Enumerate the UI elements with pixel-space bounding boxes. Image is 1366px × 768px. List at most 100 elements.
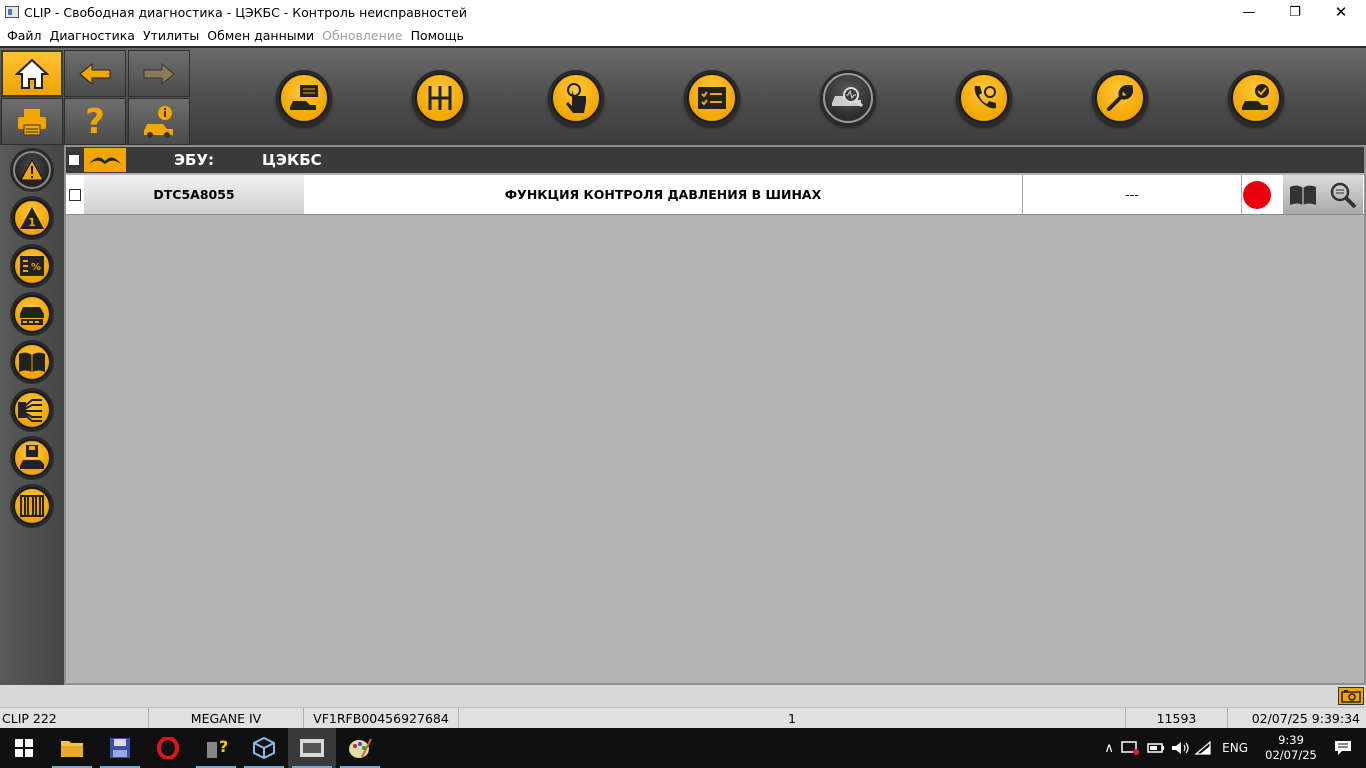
sidebar-item-save-vehicle[interactable]	[10, 436, 54, 480]
save-disk-icon	[110, 738, 130, 758]
toolbar-vehicle-message-button[interactable]	[276, 70, 332, 126]
app-icon	[5, 6, 19, 18]
battery-icon[interactable]	[1146, 740, 1168, 756]
car-diagnostic-icon	[832, 87, 864, 108]
percent-label: %	[31, 262, 41, 273]
sidebar-item-faults-one[interactable]: 1	[10, 196, 54, 240]
menu-help[interactable]: Помощь	[407, 28, 468, 43]
menu-data-exchange[interactable]: Обмен данными	[203, 28, 318, 43]
help-tool-icon: ?	[207, 737, 227, 758]
taskbar-virtualbox[interactable]	[240, 728, 288, 768]
language-indicator[interactable]: ENG	[1222, 741, 1248, 755]
svg-text:?: ?	[219, 737, 227, 756]
notification-icon	[1335, 741, 1351, 755]
sidebar-item-wiring[interactable]	[10, 388, 54, 432]
warning-one-icon: 1	[20, 207, 44, 229]
fault-status-indicator	[1243, 181, 1271, 209]
notification-center-button[interactable]	[1320, 728, 1366, 768]
sidebar-item-vehicle-status[interactable]	[10, 292, 54, 336]
car-status-icon	[20, 307, 44, 325]
status-datetime: 02/07/25 9:39:34	[1251, 710, 1360, 726]
menu-update: Обновление	[322, 27, 403, 43]
taskbar-help-tool[interactable]: ?	[192, 728, 240, 768]
sidebar-item-barcode[interactable]	[10, 484, 54, 528]
taskbar-save-disk[interactable]	[96, 728, 144, 768]
sidebar-item-documentation[interactable]	[10, 340, 54, 384]
wifi-icon[interactable]	[1194, 740, 1216, 756]
sidebar-item-parameters[interactable]: %	[10, 244, 54, 288]
touch-icon	[566, 83, 586, 113]
ecu-label: ЭБУ:	[174, 151, 215, 169]
fault-detail-button[interactable]	[1323, 175, 1363, 214]
menu-diagnostics[interactable]: Диагностика	[46, 28, 139, 43]
warning-one-label: 1	[28, 216, 36, 229]
printer-icon	[18, 108, 46, 135]
restore-button[interactable]: ❐	[1272, 0, 1318, 24]
magnifier-icon	[1330, 182, 1357, 208]
save-car-icon	[20, 445, 44, 469]
left-sidebar: 1 %	[0, 145, 64, 685]
toolbar-repair-button[interactable]	[1092, 70, 1148, 126]
network-alert-icon[interactable]	[1120, 740, 1142, 756]
back-button[interactable]	[64, 50, 126, 97]
clock-time: 9:39	[1278, 733, 1304, 747]
ecu-header: ЭБУ: ЦЭКБС	[66, 147, 1364, 173]
toolbar-phone-support-button[interactable]	[956, 70, 1012, 126]
vehicle-info-button[interactable]	[128, 98, 190, 145]
checklist-icon	[698, 87, 726, 109]
forward-button[interactable]	[128, 50, 190, 97]
warning-icon	[20, 159, 44, 181]
status-strip	[0, 685, 1366, 707]
wrench-icon	[1107, 84, 1134, 111]
fault-description: ФУНКЦИЯ КОНТРОЛЯ ДАВЛЕНИЯ В ШИНАХ	[504, 187, 822, 202]
help-button[interactable]: ?	[64, 98, 126, 145]
book-icon	[19, 352, 45, 372]
system-tray: ∧ ENG 9:39 02/07/25	[1098, 728, 1366, 768]
taskbar-clock[interactable]: 9:39 02/07/25	[1262, 733, 1320, 763]
gearbox-icon	[428, 86, 452, 110]
barcode-icon	[20, 495, 44, 517]
windows-start-button[interactable]	[0, 728, 48, 768]
status-code: 11593	[1126, 708, 1228, 728]
camera-icon	[1341, 690, 1361, 703]
toolbar-diagnostics-button[interactable]	[820, 70, 876, 126]
menu-file[interactable]: Файл	[0, 28, 46, 43]
close-button[interactable]: ✕	[1318, 0, 1364, 24]
minimize-button[interactable]: —	[1226, 0, 1272, 24]
fault-list-panel: ЭБУ: ЦЭКБС DTC5A8055 ФУНКЦИЯ КОНТРОЛЯ ДА…	[64, 145, 1366, 685]
tray-chevron-icon[interactable]: ∧	[1098, 741, 1120, 756]
percent-list-icon: %	[20, 256, 44, 276]
arrow-right-icon	[143, 62, 175, 85]
sidebar-item-faults-all[interactable]	[10, 148, 54, 192]
toolbar-vehicle-check-button[interactable]	[1228, 70, 1284, 126]
paint-icon	[349, 738, 372, 758]
file-explorer-icon	[61, 741, 83, 757]
title-bar: CLIP - Свободная диагностика - ЦЭКБС - К…	[0, 0, 1366, 24]
status-clip-version: CLIP 222	[0, 708, 149, 728]
screenshot-button[interactable]	[1338, 687, 1364, 705]
windows-taskbar: ? ∧ ENG 9:39 02/07/25	[0, 728, 1366, 768]
ecu-checkbox[interactable]	[68, 154, 80, 166]
renault-logo-button[interactable]	[84, 148, 126, 172]
toolbar-checklist-button[interactable]	[684, 70, 740, 126]
windows-start-icon	[15, 739, 33, 757]
taskbar-opera[interactable]	[144, 728, 192, 768]
status-vehicle: MEGANE IV	[149, 708, 304, 728]
wings-icon	[89, 157, 121, 164]
fault-documentation-button[interactable]	[1283, 175, 1323, 214]
opera-icon	[157, 737, 179, 759]
volume-icon[interactable]	[1170, 740, 1192, 756]
fault-code: DTC5A8055	[84, 175, 304, 214]
toolbar-touch-button[interactable]	[548, 70, 604, 126]
fault-row[interactable]: DTC5A8055 ФУНКЦИЯ КОНТРОЛЯ ДАВЛЕНИЯ В ШИ…	[66, 175, 1364, 215]
ecu-value: ЦЭКБС	[262, 151, 322, 169]
fault-checkbox[interactable]	[69, 189, 81, 201]
toolbar-gearbox-button[interactable]	[412, 70, 468, 126]
home-icon	[15, 58, 49, 89]
taskbar-file-explorer[interactable]	[48, 728, 96, 768]
taskbar-clip-app[interactable]	[288, 728, 336, 768]
taskbar-paint[interactable]	[336, 728, 384, 768]
print-button[interactable]	[1, 98, 63, 145]
home-button[interactable]	[1, 50, 63, 97]
menu-utilities[interactable]: Утилиты	[139, 28, 203, 43]
